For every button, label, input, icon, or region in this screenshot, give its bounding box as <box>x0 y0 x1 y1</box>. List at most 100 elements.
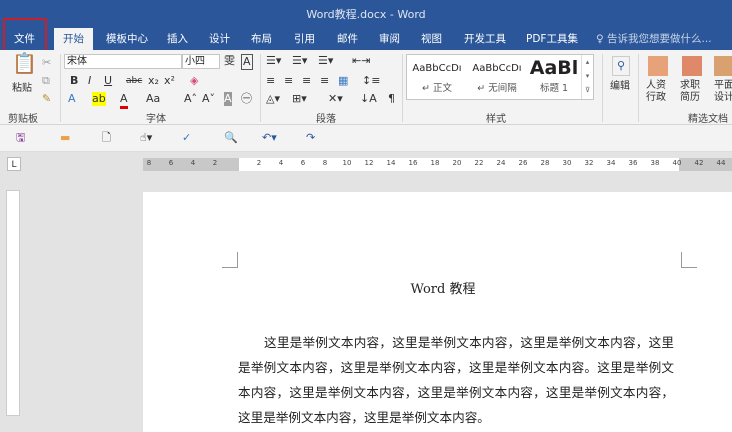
copy-icon[interactable]: ⧉ <box>42 74 50 88</box>
tab-home[interactable]: 开始 <box>54 28 93 50</box>
tab-design[interactable]: 设计 <box>209 28 230 50</box>
ruler-tick: 12 <box>364 159 374 167</box>
indent-icon[interactable]: ⇤⇥ <box>352 54 370 68</box>
subscript-button[interactable]: x₂ <box>148 74 159 88</box>
style-no-spacing[interactable]: AaBbCcDı ↵ 无间隔 <box>467 55 527 99</box>
shading-icon[interactable]: ◬▾ <box>266 92 280 106</box>
tab-developer[interactable]: 开发工具 <box>464 28 506 50</box>
chinese-layout-icon[interactable]: ✕▾ <box>328 92 343 106</box>
superscript-button[interactable]: x² <box>164 74 175 88</box>
template-resume[interactable]: 求职 简历 <box>680 80 700 104</box>
justify-icon[interactable]: ≡ <box>320 74 329 88</box>
horizontal-ruler[interactable]: 8 6 4 2 2 4 6 8 10 12 14 16 18 20 22 24 26 28 30 32 34 36 38 40… <box>143 158 732 171</box>
ruler-tick: 20 <box>452 159 462 167</box>
style-sample: AaBbCcDı <box>412 63 462 74</box>
ruler-tick: 2 <box>256 159 262 167</box>
char-shading-icon[interactable]: A <box>224 92 232 106</box>
borders-icon[interactable]: ⊞▾ <box>292 92 307 106</box>
tell-me-search[interactable]: ♀ 告诉我您想要做什么... <box>596 28 712 50</box>
styles-scroll[interactable]: ▴ ▾ ⊽ <box>581 55 593 99</box>
cut-icon[interactable]: ✂ <box>42 56 51 70</box>
tab-pdf-tools[interactable]: PDF工具集 <box>526 28 578 50</box>
tab-layout[interactable]: 布局 <box>251 28 272 50</box>
change-case-button[interactable]: Aa <box>146 92 160 106</box>
tab-view[interactable]: 视图 <box>421 28 442 50</box>
spelling-icon[interactable]: ✓ <box>182 131 191 145</box>
editing-button[interactable]: 编辑 <box>610 80 630 94</box>
save-icon[interactable]: 🖫 <box>16 131 25 145</box>
print-preview-icon[interactable]: 🔍 <box>224 131 238 145</box>
vertical-ruler[interactable] <box>6 190 20 416</box>
ruler-tick: 18 <box>430 159 440 167</box>
ruler-tick: 42 <box>694 159 704 167</box>
font-group-label: 字体 <box>146 114 166 125</box>
sort-icon[interactable]: ↓A <box>360 92 377 106</box>
line-spacing-icon[interactable]: ↕≡ <box>362 74 380 88</box>
new-document-icon[interactable]: 🗋 <box>102 131 111 145</box>
distributed-icon[interactable]: ▦ <box>338 74 348 88</box>
undo-icon[interactable]: ↶▾ <box>262 131 277 145</box>
find-icon[interactable]: ⚲ <box>612 56 631 76</box>
touch-mode-icon[interactable]: ☝▾ <box>140 131 152 145</box>
paragraph-group-label: 段落 <box>316 114 336 125</box>
char-border-icon[interactable]: A <box>241 54 253 70</box>
font-name-select[interactable]: 宋体 <box>64 54 182 69</box>
tab-references[interactable]: 引用 <box>294 28 315 50</box>
resume-template-icon[interactable] <box>682 56 702 76</box>
file-tab-highlight <box>3 18 47 54</box>
ruler-tick: 22 <box>474 159 484 167</box>
enclose-char-icon[interactable]: ㊀ <box>241 92 252 106</box>
align-center-icon[interactable]: ≡ <box>284 74 293 88</box>
strikethrough-button[interactable]: abc <box>126 74 142 88</box>
align-left-icon[interactable]: ≡ <box>266 74 275 88</box>
italic-button[interactable]: I <box>88 74 91 88</box>
show-marks-icon[interactable]: ¶ <box>388 92 395 106</box>
ruler-tick: 38 <box>650 159 660 167</box>
style-normal[interactable]: AaBbCcDı ↵ 正文 <box>407 55 467 99</box>
paste-icon[interactable]: 📋 <box>12 53 37 73</box>
shrink-font-icon[interactable]: A˅ <box>202 92 215 106</box>
font-color-icon[interactable]: A <box>120 92 128 109</box>
design-template-icon[interactable] <box>714 56 732 76</box>
bullets-icon[interactable]: ☰▾ <box>266 54 281 68</box>
ruler-tick: 6 <box>300 159 306 167</box>
paste-button[interactable]: 粘贴 <box>12 82 32 96</box>
style-heading-1[interactable]: AaBl 标题 1 <box>527 55 581 99</box>
open-folder-icon[interactable]: ▬ <box>60 131 70 145</box>
document-paragraph: 这里是举例文本内容，这里是举例文本内容，这里是举例文本内容，这里是举例文本内容，… <box>238 335 674 425</box>
redo-icon[interactable]: ↷ <box>306 131 315 145</box>
ruler-tick: 40 <box>672 159 682 167</box>
style-name: ↵ 正文 <box>422 83 452 94</box>
template-hr[interactable]: 人资 行政 <box>646 80 666 104</box>
templates-group-label: 精选文档 <box>688 114 728 125</box>
bold-button[interactable]: B <box>70 74 78 88</box>
phonetic-guide-icon[interactable]: 雯 <box>224 54 235 68</box>
grow-font-icon[interactable]: A˄ <box>184 92 197 106</box>
tab-insert[interactable]: 插入 <box>167 28 188 50</box>
format-painter-icon[interactable]: ✎ <box>42 92 51 106</box>
ruler-tick: 4 <box>278 159 284 167</box>
tab-templates[interactable]: 模板中心 <box>106 28 148 50</box>
styles-gallery: AaBbCcDı ↵ 正文 AaBbCcDı ↵ 无间隔 AaBl 标题 1 ▴ ▾ ⊽ <box>406 54 594 100</box>
style-name: ↵ 无间隔 <box>477 83 517 94</box>
tab-mailings[interactable]: 邮件 <box>337 28 358 50</box>
template-design[interactable]: 平面 设计 <box>714 80 732 104</box>
clear-format-icon[interactable]: ◈ <box>190 74 198 88</box>
tell-me-text: 告诉我您想要做什么... <box>607 33 712 45</box>
tab-stop-selector[interactable]: L <box>7 157 21 171</box>
numbering-icon[interactable]: ☰▾ <box>292 54 307 68</box>
tab-review[interactable]: 审阅 <box>379 28 400 50</box>
style-name: 标题 1 <box>539 83 569 94</box>
document-page[interactable]: Word 教程 这里是举例文本内容，这里是举例文本内容，这里是举例文本内容，这里… <box>143 192 732 432</box>
hr-template-icon[interactable] <box>648 56 668 76</box>
font-size-select[interactable]: 小四 <box>182 54 220 69</box>
align-right-icon[interactable]: ≡ <box>302 74 311 88</box>
title-bar: Word教程.docx - Word <box>0 0 732 28</box>
text-effects-icon[interactable]: A <box>68 92 76 106</box>
ribbon: 📋 粘贴 ✂ ⧉ ✎ 剪贴板 宋体 小四 雯 A B I U abc x₂ x²… <box>0 50 732 125</box>
underline-button[interactable]: U <box>104 74 112 88</box>
multilevel-list-icon[interactable]: ☰▾ <box>318 54 333 68</box>
quick-access-toolbar: 🖫 ▬ 🗋 ☝▾ ✓ 🔍 ↶▾ ↷ <box>0 125 732 152</box>
highlight-icon[interactable]: ab <box>92 92 106 106</box>
ruler-tick: 26 <box>518 159 528 167</box>
